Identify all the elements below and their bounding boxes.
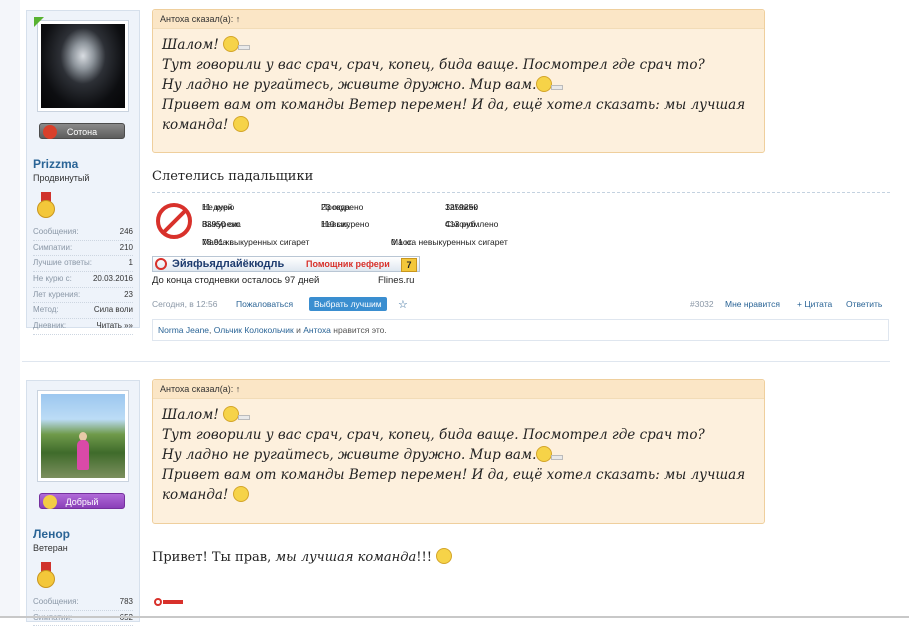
stat-row: Симпатии: 210 bbox=[33, 241, 133, 257]
username[interactable]: Ленор bbox=[33, 527, 70, 541]
signature-block: Не курю 11 дней Прокурено 23 года Затяже… bbox=[152, 202, 572, 248]
quote-block: Антоха сказал(а): ↑ Шалом! Тут говорили … bbox=[152, 9, 765, 153]
stat-row: Лучшие ответы: 1 bbox=[33, 256, 133, 273]
like-link[interactable]: Мне нравится bbox=[725, 299, 780, 309]
username[interactable]: Prizzma bbox=[33, 157, 78, 171]
grin-smiley-icon bbox=[232, 486, 249, 502]
star-icon[interactable]: ☆ bbox=[398, 298, 408, 311]
stat-row: Не курю с: 20.03.2016 bbox=[33, 272, 133, 288]
reply-link[interactable]: Ответить bbox=[846, 299, 882, 309]
smoking-smiley-icon bbox=[223, 406, 251, 422]
post-meta: Сегодня, в 12:56 Пожаловаться Выбрать лу… bbox=[152, 297, 890, 312]
user-title: Ветеран bbox=[33, 543, 68, 553]
avatar-image[interactable] bbox=[41, 394, 125, 478]
liker-link[interactable]: Norma Jeane bbox=[158, 325, 209, 335]
likes-summary: Norma Jeane, Ольчик Колокольчик и Антоха… bbox=[152, 319, 889, 341]
winking-smiley-icon bbox=[536, 446, 564, 462]
no-smoking-icon bbox=[156, 203, 192, 239]
user-sidebar: Сотона Prizzma Продвинутый Сообщения: 246… bbox=[26, 10, 140, 335]
stat-row: Лет курения: 23 bbox=[33, 288, 133, 304]
user-sidebar: Добрый Ленор Ветеран Сообщения:783 Симпа… bbox=[26, 380, 140, 626]
rank-label: Добрый bbox=[65, 497, 99, 507]
online-indicator-icon bbox=[34, 17, 44, 27]
stat-row: Метод: Сила воли bbox=[33, 303, 133, 320]
post-id[interactable]: #3032 bbox=[690, 299, 714, 309]
quote-header[interactable]: Антоха сказал(а): ↑ bbox=[153, 380, 764, 399]
stat-row: Сообщения: 783 bbox=[33, 595, 133, 611]
quote-block: Антоха сказал(а): ↑ Шалом! Тут говорили … bbox=[152, 379, 765, 524]
post-2: Добрый Ленор Ветеран Сообщения:783 Симпа… bbox=[0, 370, 909, 626]
avatar-image[interactable] bbox=[41, 24, 125, 108]
avatar[interactable] bbox=[37, 390, 129, 482]
stat-row: Сообщения: 246 bbox=[33, 225, 133, 241]
rank-badge: Добрый bbox=[39, 493, 125, 509]
post-1: Сотона Prizzma Продвинутый Сообщения: 246… bbox=[0, 0, 909, 352]
rank-badge: Сотона bbox=[39, 123, 125, 139]
winking-smiley-icon bbox=[536, 76, 564, 92]
report-link[interactable]: Пожаловаться bbox=[236, 299, 293, 309]
medal-icon bbox=[37, 562, 55, 588]
grin-smiley-icon bbox=[436, 548, 453, 564]
countdown-text: До конца стодневки осталось 97 дней Flin… bbox=[152, 275, 415, 286]
rank-label: Сотона bbox=[66, 127, 98, 137]
smoking-smiley-icon bbox=[223, 36, 251, 52]
best-answer-button[interactable]: Выбрать лучшим bbox=[309, 297, 387, 311]
no-smoking-signature-icon bbox=[154, 598, 183, 606]
referee-banner[interactable]: Эйяфьядлайёкюдль Помощник рефери 7 bbox=[152, 256, 420, 272]
quote-body: Шалом! Тут говорили у вас срач, срач, ко… bbox=[162, 36, 746, 133]
user-title: Продвинутый bbox=[33, 173, 90, 183]
smiley-icon bbox=[43, 495, 57, 509]
site-link[interactable]: Flines.ru bbox=[378, 275, 414, 286]
post-time[interactable]: Сегодня, в 12:56 bbox=[152, 299, 217, 309]
user-stats: Сообщения:783 Симпатии:652 bbox=[33, 595, 133, 626]
liker-link[interactable]: Ольчик Колокольчик bbox=[214, 325, 294, 335]
quote-body: Шалом! Тут говорили у вас срач, срач, ко… bbox=[162, 406, 746, 503]
quote-link[interactable]: + Цитата bbox=[797, 299, 832, 309]
no-smoking-icon bbox=[155, 258, 167, 270]
post-text: Привет! Ты прав, мы лучшая команда!!! bbox=[152, 548, 453, 565]
quote-header[interactable]: Антоха сказал(а): ↑ bbox=[153, 10, 764, 29]
medal-icon bbox=[37, 192, 55, 218]
diary-link[interactable]: Читать »» bbox=[96, 319, 133, 334]
stat-row: Симпатии:652 bbox=[33, 611, 133, 626]
signature-divider bbox=[152, 192, 890, 193]
post-text: Слетелись падальщики bbox=[152, 169, 314, 184]
stat-row: Дневник: Читать »» bbox=[33, 319, 133, 335]
user-stats: Сообщения: 246 Симпатии: 210 Лучшие ответы… bbox=[33, 225, 133, 335]
liker-link[interactable]: Антоха bbox=[303, 325, 331, 335]
avatar[interactable] bbox=[37, 20, 129, 112]
grin-smiley-icon bbox=[232, 116, 249, 132]
devil-icon bbox=[43, 125, 57, 139]
post-separator bbox=[22, 361, 890, 362]
